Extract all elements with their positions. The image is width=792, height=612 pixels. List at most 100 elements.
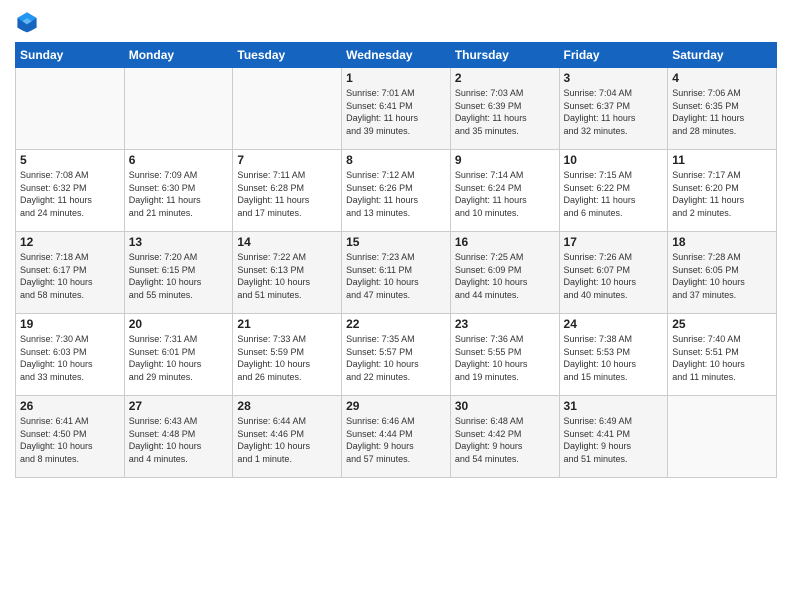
day-info: Sunrise: 7:26 AM Sunset: 6:07 PM Dayligh…	[564, 251, 664, 301]
day-info: Sunrise: 7:33 AM Sunset: 5:59 PM Dayligh…	[237, 333, 337, 383]
day-info: Sunrise: 6:41 AM Sunset: 4:50 PM Dayligh…	[20, 415, 120, 465]
day-number: 1	[346, 71, 446, 85]
day-number: 8	[346, 153, 446, 167]
calendar-cell	[668, 396, 777, 478]
calendar-cell: 6Sunrise: 7:09 AM Sunset: 6:30 PM Daylig…	[124, 150, 233, 232]
day-info: Sunrise: 6:46 AM Sunset: 4:44 PM Dayligh…	[346, 415, 446, 465]
weekday-header-thursday: Thursday	[450, 43, 559, 68]
calendar-cell: 16Sunrise: 7:25 AM Sunset: 6:09 PM Dayli…	[450, 232, 559, 314]
day-number: 23	[455, 317, 555, 331]
calendar-cell	[16, 68, 125, 150]
day-number: 30	[455, 399, 555, 413]
calendar-cell: 4 Sunrise: 7:06 AM Sunset: 6:35 PM Daylig…	[668, 68, 777, 150]
calendar-cell: 10Sunrise: 7:15 AM Sunset: 6:22 PM Dayli…	[559, 150, 668, 232]
calendar-cell: 11 Sunrise: 7:17 AM Sunset: 6:20 PM Dayli…	[668, 150, 777, 232]
day-info: Sunrise: 6:49 AM Sunset: 4:41 PM Dayligh…	[564, 415, 664, 465]
calendar-cell: 13 Sunrise: 7:20 AM Sunset: 6:15 PM Dayli…	[124, 232, 233, 314]
day-info: Sunrise: 7:30 AM Sunset: 6:03 PM Dayligh…	[20, 333, 120, 383]
calendar-week-row: 19 Sunrise: 7:30 AM Sunset: 6:03 PM Dayli…	[16, 314, 777, 396]
day-number: 13	[129, 235, 229, 249]
weekday-header-tuesday: Tuesday	[233, 43, 342, 68]
calendar-cell: 21Sunrise: 7:33 AM Sunset: 5:59 PM Dayli…	[233, 314, 342, 396]
day-number: 7	[237, 153, 337, 167]
calendar-cell: 20 Sunrise: 7:31 AM Sunset: 6:01 PM Dayli…	[124, 314, 233, 396]
logo	[15, 10, 43, 34]
calendar-cell: 26 Sunrise: 6:41 AM Sunset: 4:50 PM Dayli…	[16, 396, 125, 478]
day-info: Sunrise: 7:08 AM Sunset: 6:32 PM Dayligh…	[20, 169, 120, 219]
weekday-header-row: SundayMondayTuesdayWednesdayThursdayFrid…	[16, 43, 777, 68]
day-number: 10	[564, 153, 664, 167]
day-info: Sunrise: 7:17 AM Sunset: 6:20 PM Dayligh…	[672, 169, 772, 219]
calendar-week-row: 12 Sunrise: 7:18 AM Sunset: 6:17 PM Dayli…	[16, 232, 777, 314]
day-number: 28	[237, 399, 337, 413]
calendar-table: SundayMondayTuesdayWednesdayThursdayFrid…	[15, 42, 777, 478]
day-info: Sunrise: 7:22 AM Sunset: 6:13 PM Dayligh…	[237, 251, 337, 301]
calendar-cell: 12 Sunrise: 7:18 AM Sunset: 6:17 PM Dayli…	[16, 232, 125, 314]
calendar-cell: 31 Sunrise: 6:49 AM Sunset: 4:41 PM Dayli…	[559, 396, 668, 478]
weekday-header-sunday: Sunday	[16, 43, 125, 68]
calendar-cell: 7 Sunrise: 7:11 AM Sunset: 6:28 PM Daylig…	[233, 150, 342, 232]
calendar-cell: 3 Sunrise: 7:04 AM Sunset: 6:37 PM Daylig…	[559, 68, 668, 150]
day-number: 9	[455, 153, 555, 167]
weekday-header-wednesday: Wednesday	[342, 43, 451, 68]
logo-icon	[15, 10, 39, 34]
day-info: Sunrise: 7:28 AM Sunset: 6:05 PM Dayligh…	[672, 251, 772, 301]
day-info: Sunrise: 7:31 AM Sunset: 6:01 PM Dayligh…	[129, 333, 229, 383]
calendar-cell: 25 Sunrise: 7:40 AM Sunset: 5:51 PM Dayli…	[668, 314, 777, 396]
day-number: 4	[672, 71, 772, 85]
day-number: 31	[564, 399, 664, 413]
day-number: 27	[129, 399, 229, 413]
day-info: Sunrise: 7:11 AM Sunset: 6:28 PM Dayligh…	[237, 169, 337, 219]
day-number: 3	[564, 71, 664, 85]
calendar-cell: 19 Sunrise: 7:30 AM Sunset: 6:03 PM Dayli…	[16, 314, 125, 396]
calendar-cell: 18 Sunrise: 7:28 AM Sunset: 6:05 PM Dayli…	[668, 232, 777, 314]
day-info: Sunrise: 7:03 AM Sunset: 6:39 PM Dayligh…	[455, 87, 555, 137]
day-number: 14	[237, 235, 337, 249]
calendar-cell: 8 Sunrise: 7:12 AM Sunset: 6:26 PM Daylig…	[342, 150, 451, 232]
header	[15, 10, 777, 34]
calendar-week-row: 26 Sunrise: 6:41 AM Sunset: 4:50 PM Dayli…	[16, 396, 777, 478]
calendar-cell: 22Sunrise: 7:35 AM Sunset: 5:57 PM Dayli…	[342, 314, 451, 396]
day-info: Sunrise: 7:23 AM Sunset: 6:11 PM Dayligh…	[346, 251, 446, 301]
calendar-cell: 17 Sunrise: 7:26 AM Sunset: 6:07 PM Dayli…	[559, 232, 668, 314]
day-number: 20	[129, 317, 229, 331]
day-number: 6	[129, 153, 229, 167]
calendar-cell: 24 Sunrise: 7:38 AM Sunset: 5:53 PM Dayli…	[559, 314, 668, 396]
day-number: 5	[20, 153, 120, 167]
day-number: 19	[20, 317, 120, 331]
day-info: Sunrise: 6:48 AM Sunset: 4:42 PM Dayligh…	[455, 415, 555, 465]
day-number: 11	[672, 153, 772, 167]
day-number: 12	[20, 235, 120, 249]
calendar-cell: 28 Sunrise: 6:44 AM Sunset: 4:46 PM Dayli…	[233, 396, 342, 478]
weekday-header-friday: Friday	[559, 43, 668, 68]
day-info: Sunrise: 7:04 AM Sunset: 6:37 PM Dayligh…	[564, 87, 664, 137]
day-number: 26	[20, 399, 120, 413]
calendar-cell: 30 Sunrise: 6:48 AM Sunset: 4:42 PM Dayli…	[450, 396, 559, 478]
day-info: Sunrise: 7:20 AM Sunset: 6:15 PM Dayligh…	[129, 251, 229, 301]
weekday-header-saturday: Saturday	[668, 43, 777, 68]
day-info: Sunrise: 6:43 AM Sunset: 4:48 PM Dayligh…	[129, 415, 229, 465]
calendar-week-row: 1 Sunrise: 7:01 AM Sunset: 6:41 PM Daylig…	[16, 68, 777, 150]
calendar-cell: 1 Sunrise: 7:01 AM Sunset: 6:41 PM Daylig…	[342, 68, 451, 150]
day-info: Sunrise: 7:12 AM Sunset: 6:26 PM Dayligh…	[346, 169, 446, 219]
weekday-header-monday: Monday	[124, 43, 233, 68]
day-info: Sunrise: 7:38 AM Sunset: 5:53 PM Dayligh…	[564, 333, 664, 383]
day-info: Sunrise: 7:18 AM Sunset: 6:17 PM Dayligh…	[20, 251, 120, 301]
day-number: 25	[672, 317, 772, 331]
day-info: Sunrise: 7:25 AM Sunset: 6:09 PM Dayligh…	[455, 251, 555, 301]
calendar-cell: 2Sunrise: 7:03 AM Sunset: 6:39 PM Daylig…	[450, 68, 559, 150]
calendar-cell: 5 Sunrise: 7:08 AM Sunset: 6:32 PM Daylig…	[16, 150, 125, 232]
calendar-cell: 14 Sunrise: 7:22 AM Sunset: 6:13 PM Dayli…	[233, 232, 342, 314]
calendar-cell: 15 Sunrise: 7:23 AM Sunset: 6:11 PM Dayli…	[342, 232, 451, 314]
day-info: Sunrise: 7:01 AM Sunset: 6:41 PM Dayligh…	[346, 87, 446, 137]
day-info: Sunrise: 6:44 AM Sunset: 4:46 PM Dayligh…	[237, 415, 337, 465]
day-number: 17	[564, 235, 664, 249]
calendar-cell	[233, 68, 342, 150]
day-number: 29	[346, 399, 446, 413]
day-info: Sunrise: 7:40 AM Sunset: 5:51 PM Dayligh…	[672, 333, 772, 383]
day-number: 18	[672, 235, 772, 249]
day-info: Sunrise: 7:06 AM Sunset: 6:35 PM Dayligh…	[672, 87, 772, 137]
day-info: Sunrise: 7:14 AM Sunset: 6:24 PM Dayligh…	[455, 169, 555, 219]
day-number: 24	[564, 317, 664, 331]
day-number: 15	[346, 235, 446, 249]
